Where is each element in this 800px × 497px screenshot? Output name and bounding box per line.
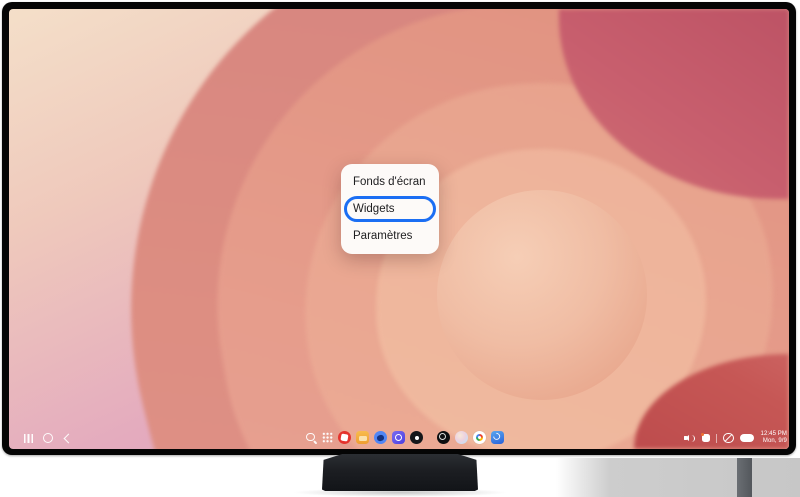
running-app-lens-icon[interactable]	[437, 431, 450, 444]
tv-screen: Fonds d'écran Widgets Paramètres	[9, 9, 789, 449]
menu-item-fonds-decran[interactable]: Fonds d'écran	[341, 169, 439, 195]
clock-date: Mon, 9/9	[763, 438, 787, 445]
taskbar-dock	[305, 431, 504, 444]
running-app-office-icon[interactable]	[491, 431, 504, 444]
volume-icon[interactable]	[684, 433, 696, 443]
status-divider	[716, 434, 717, 443]
tv-stand	[322, 454, 478, 491]
taskbar-nav	[24, 433, 72, 443]
menu-item-parametres[interactable]: Paramètres	[341, 223, 439, 249]
pinned-app-gallery-icon[interactable]	[356, 431, 369, 444]
wallpaper-highlight-circle	[437, 190, 647, 400]
menu-item-widgets[interactable]: Widgets	[344, 196, 436, 222]
home-icon[interactable]	[43, 433, 53, 443]
recent-apps-icon[interactable]	[24, 434, 33, 443]
background-gray-bar	[737, 458, 752, 497]
do-not-disturb-icon[interactable]	[723, 433, 734, 444]
pinned-app-camera-icon[interactable]	[410, 431, 423, 444]
background-gray-area	[556, 458, 800, 497]
pinned-app-messages-icon[interactable]	[374, 431, 387, 444]
back-icon[interactable]	[64, 433, 74, 443]
context-menu: Fonds d'écran Widgets Paramètres	[341, 164, 439, 254]
app-grid-icon[interactable]	[322, 432, 333, 443]
running-app-ambient-icon[interactable]	[455, 431, 468, 444]
pinned-app-internet-icon[interactable]	[392, 431, 405, 444]
remote-battery-icon[interactable]	[740, 434, 754, 443]
notification-icon[interactable]	[702, 434, 710, 442]
running-app-photos-icon[interactable]	[473, 431, 486, 444]
clock[interactable]: 12:45 PM Mon, 9/9	[761, 431, 787, 445]
clock-time: 12:45 PM	[761, 431, 787, 438]
taskbar-status: 12:45 PM Mon, 9/9	[684, 431, 787, 445]
tv-frame: Fonds d'écran Widgets Paramètres	[2, 2, 796, 455]
search-icon[interactable]	[305, 432, 317, 444]
pinned-app-red-media-icon[interactable]	[338, 431, 351, 444]
